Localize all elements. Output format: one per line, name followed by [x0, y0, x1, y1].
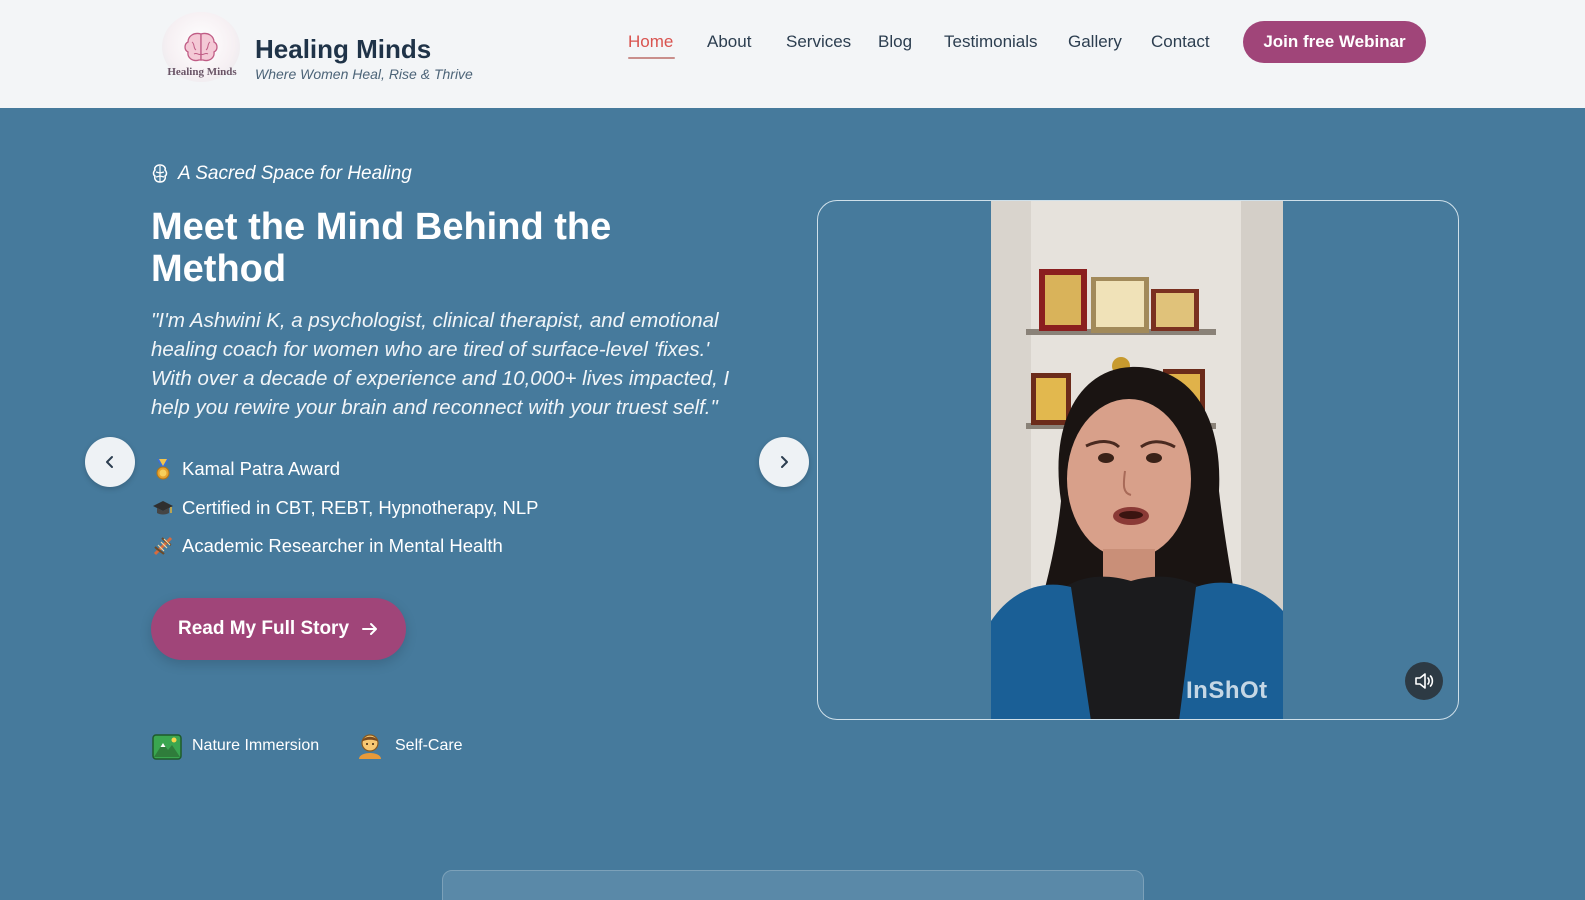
video-player[interactable]: InShOt: [991, 201, 1283, 719]
read-full-story-button[interactable]: Read My Full Story: [151, 598, 406, 660]
mountain-icon: [152, 734, 182, 760]
site-header: Healing Minds Healing Minds Where Women …: [0, 0, 1585, 108]
credential-text: Kamal Patra Award: [182, 458, 341, 479]
arrow-right-icon: [362, 623, 378, 635]
nav-about[interactable]: About: [707, 32, 751, 52]
nav-contact[interactable]: Contact: [1151, 32, 1210, 52]
hero-eyebrow: A Sacred Space for Healing: [152, 163, 412, 185]
sound-toggle-button[interactable]: [1405, 662, 1443, 700]
brand-name[interactable]: Healing Minds: [255, 34, 431, 65]
credential-item: Academic Researcher in Mental Health: [152, 535, 503, 557]
read-full-story-label: Read My Full Story: [177, 618, 350, 639]
brain-logo-icon: [184, 32, 218, 62]
nav-blog[interactable]: Blog: [878, 32, 912, 52]
eyebrow-text: A Sacred Space for Healing: [178, 163, 412, 184]
brand-tagline: Where Women Heal, Rise & Thrive: [255, 66, 473, 82]
credential-item: Kamal Patra Award: [152, 458, 340, 480]
video-card: InShOt: [817, 200, 1459, 720]
tag-text: Nature Immersion: [192, 737, 320, 754]
nav-gallery[interactable]: Gallery: [1068, 32, 1122, 52]
nav-active-underline: [628, 57, 675, 59]
nav-home[interactable]: Home: [628, 32, 673, 52]
hero-quote: "I'm Ashwini K, a psychologist, clinical…: [151, 309, 730, 419]
brain-icon: [152, 164, 168, 183]
carousel-prev-button[interactable]: [85, 437, 135, 487]
tag-self-care: Self-Care: [355, 731, 463, 761]
video-frame-image: [991, 201, 1283, 719]
graduation-cap-icon: [153, 501, 173, 515]
credential-item: Certified in CBT, REBT, Hypnotherapy, NL…: [152, 497, 538, 519]
medal-icon: [156, 459, 170, 480]
tag-text: Self-Care: [395, 737, 463, 754]
credential-text: Academic Researcher in Mental Health: [182, 535, 503, 556]
hero-title: Meet the Mind Behind the Method: [151, 206, 612, 290]
nav-testimonials[interactable]: Testimonials: [944, 32, 1038, 52]
dna-icon: [153, 536, 173, 556]
credential-text: Certified in CBT, REBT, Hypnotherapy, NL…: [182, 497, 539, 518]
nav-services[interactable]: Services: [786, 32, 851, 52]
chevron-left-icon: [106, 456, 113, 468]
logo-text: Healing Minds: [167, 66, 237, 78]
speaker-icon: [1415, 673, 1434, 689]
tag-nature-immersion: Nature Immersion: [152, 731, 319, 761]
carousel-next-button[interactable]: [759, 437, 809, 487]
next-section-card: [442, 870, 1144, 900]
video-watermark: InShOt: [1186, 677, 1268, 704]
chevron-right-icon: [781, 456, 788, 468]
join-webinar-button[interactable]: Join free Webinar: [1243, 21, 1426, 63]
person-icon: [359, 734, 381, 759]
